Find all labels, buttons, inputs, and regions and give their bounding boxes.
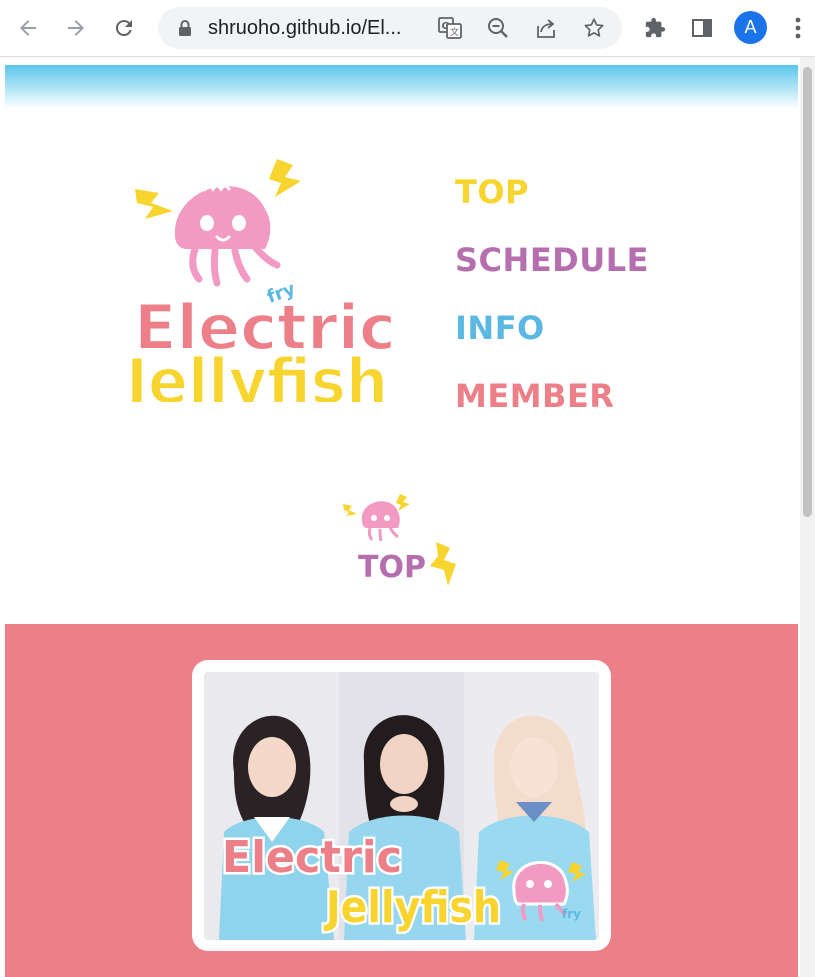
nav-link-info[interactable]: INFO (455, 311, 649, 345)
arrow-left-icon (20, 20, 36, 36)
reload-icon (115, 20, 132, 37)
page-scrollbar[interactable] (800, 57, 815, 977)
group-photo-illustration: Electric Jellyfish fry (204, 672, 599, 940)
side-panel-button[interactable] (684, 10, 720, 46)
url-text[interactable]: shruoho.github.io/El... (208, 17, 401, 40)
page-viewport: fry Electric Jellyfish TOP SCHEDULE INFO… (0, 57, 815, 977)
reload-button[interactable] (106, 10, 142, 46)
address-bar[interactable]: shruoho.github.io/El... G文 (158, 7, 622, 49)
lock-icon[interactable] (170, 13, 200, 43)
puzzle-icon (645, 17, 666, 38)
site-nav-menu: TOP SCHEDULE INFO MEMBER (455, 175, 649, 447)
translate-icon[interactable]: G文 (435, 13, 465, 43)
site-page: fry Electric Jellyfish TOP SCHEDULE INFO… (5, 57, 798, 977)
nav-link-top[interactable]: TOP (455, 175, 649, 209)
svg-text:文: 文 (450, 26, 459, 38)
nav-link-schedule[interactable]: SCHEDULE (455, 243, 649, 277)
share-icon[interactable] (531, 13, 561, 43)
group-photo: Electric Jellyfish fry (204, 672, 599, 940)
side-panel-icon (692, 19, 712, 37)
photo-logo-jellyfish: Jellyfish (323, 882, 501, 933)
header-gradient-band (5, 65, 798, 109)
svg-text:fry: fry (562, 907, 581, 921)
hero-photo-card: Electric Jellyfish fry (192, 660, 611, 951)
bookmark-star-icon[interactable] (579, 13, 609, 43)
photo-logo-electric: Electric (222, 832, 402, 883)
section-heading: TOP (340, 492, 470, 592)
back-button[interactable] (10, 10, 46, 46)
nav-link-member[interactable]: MEMBER (455, 379, 649, 413)
logo-word-jellyfish: Jellyfish (122, 345, 388, 402)
electric-jellyfish-logo[interactable]: fry Electric Jellyfish (115, 157, 415, 402)
section-title-text: TOP (358, 550, 426, 585)
browser-toolbar: shruoho.github.io/El... G文 A (0, 0, 815, 57)
jellyfish-mascot-icon: fry (174, 184, 298, 308)
hero-panel: Electric Jellyfish fry (5, 624, 798, 977)
scrollbar-thumb[interactable] (803, 67, 812, 517)
menu-button[interactable] (780, 10, 815, 46)
jellyfish-small-icon (343, 494, 410, 542)
arrow-right-icon (68, 20, 84, 36)
zoom-out-icon[interactable] (483, 13, 513, 43)
profile-avatar[interactable]: A (734, 11, 767, 44)
extensions-button[interactable] (637, 10, 673, 46)
forward-button[interactable] (58, 10, 94, 46)
lightning-bolt-icon (430, 542, 456, 586)
kebab-menu-icon (795, 17, 801, 39)
